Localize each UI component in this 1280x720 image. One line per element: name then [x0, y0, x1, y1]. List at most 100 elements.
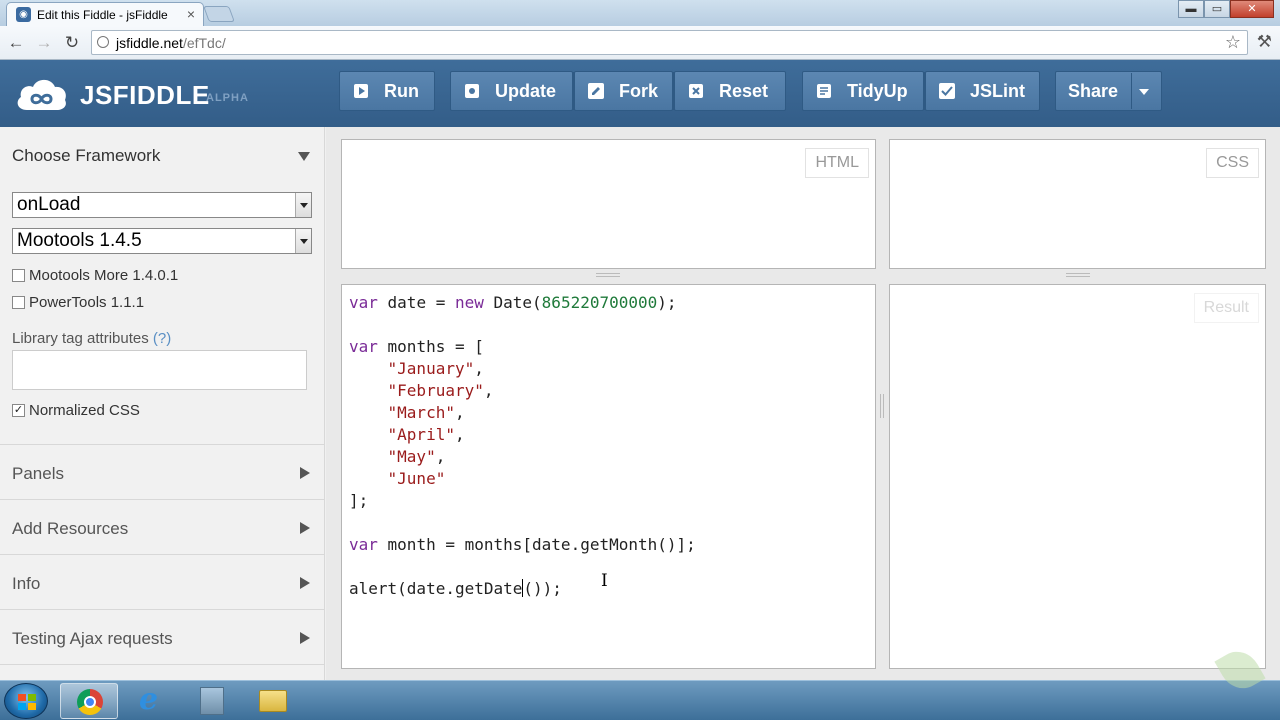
update-label: Update — [495, 80, 557, 101]
tidyup-button[interactable]: TidyUp — [802, 71, 924, 111]
windows-taskbar: e — [0, 680, 1280, 720]
expand-arrow-icon[interactable] — [300, 522, 310, 534]
panels-section[interactable]: Panels — [12, 464, 64, 484]
run-button[interactable]: Run — [339, 71, 435, 111]
powertools-checkbox-row[interactable]: PowerTools 1.1.1 — [12, 294, 144, 311]
list-lines-icon — [815, 82, 833, 100]
code-line: ]; — [349, 491, 369, 510]
bookmark-star-icon[interactable]: ☆ — [1225, 32, 1241, 52]
editor-workspace: HTML CSS var date = new Date(86522070000… — [326, 127, 1280, 680]
logo-text: JSFIDDLE — [80, 80, 210, 110]
collapse-arrow-icon[interactable] — [298, 152, 310, 161]
expand-arrow-icon[interactable] — [300, 577, 310, 589]
code-string: "March" — [387, 403, 455, 422]
fork-button[interactable]: Fork — [574, 71, 673, 111]
tidyup-label: TidyUp — [847, 80, 908, 101]
jslint-label: JSLint — [970, 80, 1026, 101]
update-icon — [463, 82, 481, 100]
divider — [0, 554, 325, 555]
jsfiddle-favicon-icon: ◉ — [16, 7, 31, 22]
tab-close-icon[interactable]: × — [187, 6, 195, 22]
resize-handle-icon[interactable] — [880, 394, 884, 418]
dropdown-arrow-icon[interactable] — [295, 193, 311, 217]
minimize-button[interactable]: ▬ — [1178, 0, 1204, 18]
tab-title: Edit this Fiddle - jsFiddle — [37, 8, 168, 22]
chrome-icon — [77, 689, 103, 715]
javascript-code[interactable]: var date = new Date(865220700000); var m… — [349, 292, 696, 600]
sidebar: Choose Framework onLoad Mootools 1.4.5 M… — [0, 127, 325, 680]
share-label: Share — [1068, 80, 1119, 101]
css-panel[interactable]: CSS — [889, 139, 1266, 269]
load-type-value: onLoad — [17, 194, 81, 215]
run-label: Run — [384, 80, 419, 101]
taskbar-server-app[interactable] — [182, 683, 240, 719]
divider — [0, 664, 325, 665]
start-button[interactable] — [4, 683, 48, 719]
javascript-panel[interactable]: var date = new Date(865220700000); var m… — [341, 284, 876, 669]
back-arrow-icon[interactable]: ← — [6, 33, 26, 53]
forward-arrow-icon[interactable]: → — [34, 33, 54, 53]
new-tab-button[interactable] — [203, 6, 235, 22]
code-string: "June" — [387, 469, 446, 488]
page-info-icon[interactable] — [97, 36, 109, 48]
mootools-more-checkbox[interactable] — [12, 269, 25, 282]
update-button[interactable]: Update — [450, 71, 573, 111]
framework-select[interactable]: Mootools 1.4.5 — [12, 228, 312, 254]
dropdown-arrow-icon[interactable] — [295, 229, 311, 253]
library-tag-label: Library tag attributes (?) — [12, 330, 171, 347]
checkmark-icon — [938, 82, 956, 100]
normalized-css-label: Normalized CSS — [29, 402, 140, 419]
normalized-css-checkbox[interactable]: ✓ — [12, 404, 25, 417]
jsfiddle-cloud-logo-icon — [17, 79, 66, 110]
html-panel[interactable]: HTML — [341, 139, 876, 269]
code-string: "January" — [387, 359, 475, 378]
resize-handle-icon[interactable] — [1066, 273, 1090, 277]
browser-tabstrip: ◉ Edit this Fiddle - jsFiddle × ▬ ▭ ✕ — [0, 0, 1280, 26]
maximize-button[interactable]: ▭ — [1204, 0, 1230, 18]
load-type-select[interactable]: onLoad — [12, 192, 312, 218]
library-tag-input[interactable] — [12, 350, 307, 390]
result-panel-label: Result — [1193, 293, 1259, 323]
browser-toolbar: ← → ↻ jsfiddle.net/efTdc/ ☆ — [0, 26, 1280, 60]
help-link[interactable]: (?) — [153, 330, 171, 347]
expand-arrow-icon[interactable] — [300, 632, 310, 644]
wrench-menu-icon[interactable]: ⚒ — [1257, 32, 1272, 52]
url-text[interactable]: jsfiddle.net/efTdc/ — [116, 35, 226, 51]
window-controls: ▬ ▭ ✕ — [1178, 0, 1274, 19]
ibeam-cursor-icon: I — [601, 571, 608, 591]
browser-tab[interactable]: ◉ Edit this Fiddle - jsFiddle × — [6, 2, 204, 26]
share-button[interactable]: Share — [1055, 71, 1162, 111]
internet-explorer-icon: e — [139, 682, 159, 717]
jsfiddle-header: JSFIDDLE ALPHA Run Update Fork Reset Tid… — [0, 60, 1280, 127]
expand-arrow-icon[interactable] — [300, 467, 310, 479]
taskbar-internet-explorer[interactable]: e — [121, 683, 179, 719]
reload-icon[interactable]: ↻ — [62, 33, 82, 53]
choose-framework-heading[interactable]: Choose Framework — [12, 146, 160, 166]
html-panel-label: HTML — [805, 148, 869, 178]
taskbar-chrome[interactable] — [60, 683, 118, 719]
result-panel[interactable]: Result — [889, 284, 1266, 669]
mootools-more-checkbox-row[interactable]: Mootools More 1.4.0.1 — [12, 267, 178, 284]
testing-ajax-section[interactable]: Testing Ajax requests — [12, 629, 173, 649]
jslint-button[interactable]: JSLint — [925, 71, 1040, 111]
divider — [0, 609, 325, 610]
close-x-icon — [687, 82, 705, 100]
powertools-label: PowerTools 1.1.1 — [29, 294, 145, 311]
mootools-more-label: Mootools More 1.4.0.1 — [29, 267, 179, 284]
windows-logo-icon — [18, 694, 36, 710]
close-window-button[interactable]: ✕ — [1230, 0, 1274, 18]
normalized-css-checkbox-row[interactable]: ✓ Normalized CSS — [12, 402, 140, 419]
resize-handle-icon[interactable] — [596, 273, 620, 277]
info-section[interactable]: Info — [12, 574, 40, 594]
css-panel-label: CSS — [1206, 148, 1259, 178]
powertools-checkbox[interactable] — [12, 296, 25, 309]
taskbar-explorer[interactable] — [243, 683, 301, 719]
url-host: jsfiddle.net — [116, 35, 183, 51]
chevron-down-icon[interactable] — [1139, 89, 1149, 95]
reset-button[interactable]: Reset — [674, 71, 786, 111]
add-resources-section[interactable]: Add Resources — [12, 519, 128, 539]
library-tag-text: Library tag attributes — [12, 330, 149, 347]
divider — [0, 499, 325, 500]
address-bar[interactable]: jsfiddle.net/efTdc/ ☆ — [91, 30, 1248, 55]
toolbar-divider — [1131, 73, 1132, 109]
